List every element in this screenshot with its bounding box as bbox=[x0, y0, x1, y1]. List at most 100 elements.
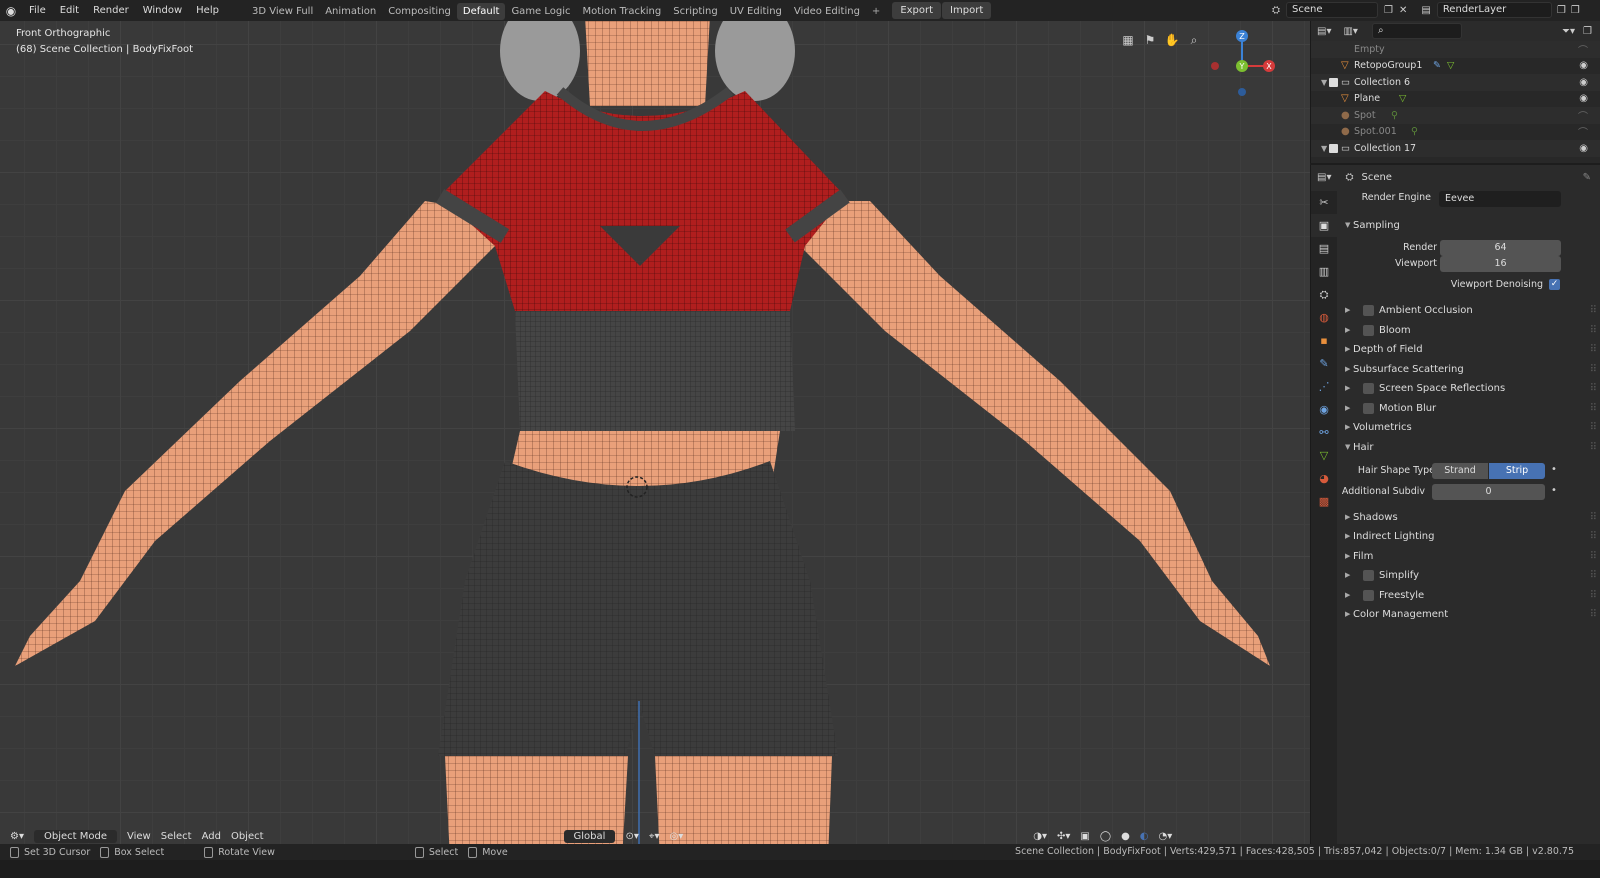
scene-close-icon[interactable]: ✕ bbox=[1399, 5, 1407, 16]
menu-help[interactable]: Help bbox=[189, 0, 226, 21]
camera-icon[interactable]: ⚑ bbox=[1139, 30, 1161, 50]
properties-editor-icon[interactable]: ▤▾ bbox=[1317, 172, 1331, 183]
object-menu[interactable]: Object bbox=[231, 831, 264, 842]
object-tab-icon[interactable]: ▪ bbox=[1311, 329, 1337, 352]
view-layer-tab-icon[interactable]: ▥ bbox=[1311, 260, 1337, 283]
add-menu[interactable]: Add bbox=[202, 831, 221, 842]
tab-game-logic[interactable]: Game Logic bbox=[505, 3, 576, 20]
ssr-checkbox[interactable] bbox=[1363, 382, 1374, 394]
tab-uv-editing[interactable]: UV Editing bbox=[724, 3, 788, 20]
constraints-tab-icon[interactable]: ⚯ bbox=[1311, 421, 1337, 444]
drag-handle-icon[interactable]: ⠿ bbox=[1590, 442, 1597, 453]
viewport-samples-field[interactable]: 16 bbox=[1440, 256, 1561, 272]
visibility-icon[interactable]: ⌒ bbox=[1578, 124, 1588, 139]
outliner-row[interactable]: ● Spot ⚲ ⌒ bbox=[1311, 107, 1600, 124]
tool-tab-icon[interactable]: ✂ bbox=[1311, 191, 1337, 214]
freestyle-checkbox[interactable] bbox=[1363, 589, 1374, 601]
scene-copy-icon[interactable]: ❐ bbox=[1384, 5, 1393, 16]
add-workspace-icon[interactable]: + bbox=[866, 3, 886, 20]
drag-handle-icon[interactable]: ⠿ bbox=[1590, 344, 1597, 355]
viewport-denoising-checkbox[interactable]: ✓ bbox=[1549, 279, 1560, 290]
xray-icon[interactable]: ▣ bbox=[1080, 831, 1089, 842]
keyframe-dot-icon[interactable]: • bbox=[1551, 485, 1557, 496]
visibility-icon[interactable]: ⌒ bbox=[1578, 108, 1588, 123]
object-mode-dropdown[interactable]: Object Mode bbox=[33, 829, 117, 843]
renderlayer-field[interactable]: RenderLayer bbox=[1436, 2, 1552, 18]
outliner-row[interactable]: ● Spot.001 ⚲ ⌒ bbox=[1311, 124, 1600, 141]
drag-handle-icon[interactable]: ⠿ bbox=[1590, 570, 1597, 581]
texture-tab-icon[interactable]: ▩ bbox=[1311, 490, 1337, 513]
visibility-icon[interactable]: ◉ bbox=[1579, 77, 1588, 88]
panel-motion-blur[interactable]: ▶ Motion Blur ⠿ bbox=[1337, 399, 1600, 417]
shading-wire-icon[interactable]: ◯ bbox=[1100, 831, 1111, 842]
panel-subsurface-scattering[interactable]: ▶ Subsurface Scattering ⠿ bbox=[1337, 360, 1600, 378]
proportional-edit-icon[interactable]: ◎▾ bbox=[670, 831, 684, 842]
render-samples-field[interactable]: 64 bbox=[1440, 240, 1561, 256]
keyframe-dot-icon[interactable]: • bbox=[1551, 464, 1557, 475]
view-menu[interactable]: View bbox=[127, 831, 151, 842]
simplify-checkbox[interactable] bbox=[1363, 569, 1374, 581]
data-tab-icon[interactable]: ▽ bbox=[1311, 444, 1337, 467]
tab-compositing[interactable]: Compositing bbox=[382, 3, 457, 20]
shading-rendered-icon[interactable]: ◔▾ bbox=[1159, 831, 1173, 842]
panel-hair[interactable]: ▼ Hair ⠿ bbox=[1337, 438, 1600, 456]
drag-handle-icon[interactable]: ⠿ bbox=[1590, 551, 1597, 562]
render-tab-icon[interactable]: ▣ bbox=[1311, 214, 1337, 237]
navigation-gizmo[interactable]: Z Y X bbox=[1205, 26, 1280, 96]
outliner-editor-icon[interactable]: ▤▾ bbox=[1317, 26, 1331, 37]
scene-field[interactable]: Scene bbox=[1286, 2, 1378, 18]
particles-tab-icon[interactable]: ⋰ bbox=[1311, 375, 1337, 398]
menu-edit[interactable]: Edit bbox=[53, 0, 86, 21]
panel-sampling[interactable]: ▼ Sampling bbox=[1337, 216, 1600, 234]
drag-handle-icon[interactable]: ⠿ bbox=[1590, 364, 1597, 375]
hand-pan-icon[interactable]: ✋ bbox=[1161, 30, 1183, 50]
collection-checkbox[interactable] bbox=[1329, 77, 1338, 87]
visibility-icon[interactable]: ◉ bbox=[1579, 93, 1588, 104]
render-engine-dropdown[interactable]: Eevee bbox=[1439, 191, 1561, 207]
drag-handle-icon[interactable]: ⠿ bbox=[1590, 609, 1597, 620]
panel-ambient-occlusion[interactable]: ▶ Ambient Occlusion ⠿ bbox=[1337, 301, 1600, 319]
renderlayer-copy-icon[interactable]: ❐ bbox=[1557, 5, 1566, 16]
hair-strand-option[interactable]: Strand bbox=[1432, 463, 1488, 479]
menu-window[interactable]: Window bbox=[136, 0, 189, 21]
outliner-row[interactable]: ▼ ▭ Collection 17 ◉ bbox=[1311, 140, 1600, 157]
drag-handle-icon[interactable]: ⠿ bbox=[1590, 305, 1597, 316]
outliner-search-input[interactable]: ⌕ bbox=[1371, 23, 1462, 39]
new-collection-icon[interactable]: ❐ bbox=[1583, 26, 1592, 37]
drag-handle-icon[interactable]: ⠿ bbox=[1590, 383, 1597, 394]
tab-motion-tracking[interactable]: Motion Tracking bbox=[577, 3, 668, 20]
expand-icon[interactable]: ▼ bbox=[1321, 144, 1329, 153]
bloom-checkbox[interactable] bbox=[1363, 324, 1374, 336]
editor-type-icon[interactable]: ⚙▾ bbox=[10, 831, 24, 842]
3d-viewport[interactable]: Front Orthographic (68) Scene Collection… bbox=[0, 21, 1310, 860]
tab-animation[interactable]: Animation bbox=[319, 3, 382, 20]
visibility-icon[interactable]: ⌒ bbox=[1578, 42, 1588, 57]
shading-solid-icon[interactable]: ● bbox=[1121, 831, 1130, 842]
drag-handle-icon[interactable]: ⠿ bbox=[1590, 590, 1597, 601]
zoom-icon[interactable]: ⌕ bbox=[1183, 30, 1205, 50]
visibility-icon[interactable]: ◉ bbox=[1579, 143, 1588, 154]
filter-icon[interactable]: ⏷▾ bbox=[1562, 26, 1575, 37]
scene-tab-icon[interactable]: ⛭ bbox=[1311, 283, 1337, 306]
outliner-row[interactable]: ▼ ▭ Collection 6 ◉ bbox=[1311, 74, 1600, 91]
output-tab-icon[interactable]: ▤ bbox=[1311, 237, 1337, 260]
panel-volumetrics[interactable]: ▶ Volumetrics ⠿ bbox=[1337, 418, 1600, 436]
renderlayer-close-icon[interactable]: ❐ bbox=[1571, 5, 1580, 16]
overlay-toggle-icon[interactable]: ◑▾ bbox=[1033, 831, 1047, 842]
ambient-occlusion-checkbox[interactable] bbox=[1363, 304, 1374, 316]
panel-indirect-lighting[interactable]: ▶ Indirect Lighting ⠿ bbox=[1337, 527, 1600, 545]
gizmo-toggle-icon[interactable]: ✣▾ bbox=[1057, 831, 1070, 842]
drag-handle-icon[interactable]: ⠿ bbox=[1590, 325, 1597, 336]
modifier-tab-icon[interactable]: ✎ bbox=[1311, 352, 1337, 375]
visibility-icon[interactable]: ◉ bbox=[1579, 60, 1588, 71]
outliner-row[interactable]: Empty ⌒ bbox=[1311, 41, 1600, 58]
transform-orientation-dropdown[interactable]: Global bbox=[563, 829, 616, 843]
panel-shadows[interactable]: ▶ Shadows ⠿ bbox=[1337, 508, 1600, 526]
hair-strip-option[interactable]: Strip bbox=[1489, 463, 1545, 479]
panel-depth-of-field[interactable]: ▶ Depth of Field ⠿ bbox=[1337, 340, 1600, 358]
select-menu[interactable]: Select bbox=[161, 831, 192, 842]
world-tab-icon[interactable]: ◍ bbox=[1311, 306, 1337, 329]
additional-subdiv-field[interactable]: 0 bbox=[1432, 484, 1545, 500]
outliner-row[interactable]: ▽ Plane ▽ ◉ bbox=[1311, 91, 1600, 108]
scene-icon[interactable]: ⛭ bbox=[1272, 5, 1280, 16]
